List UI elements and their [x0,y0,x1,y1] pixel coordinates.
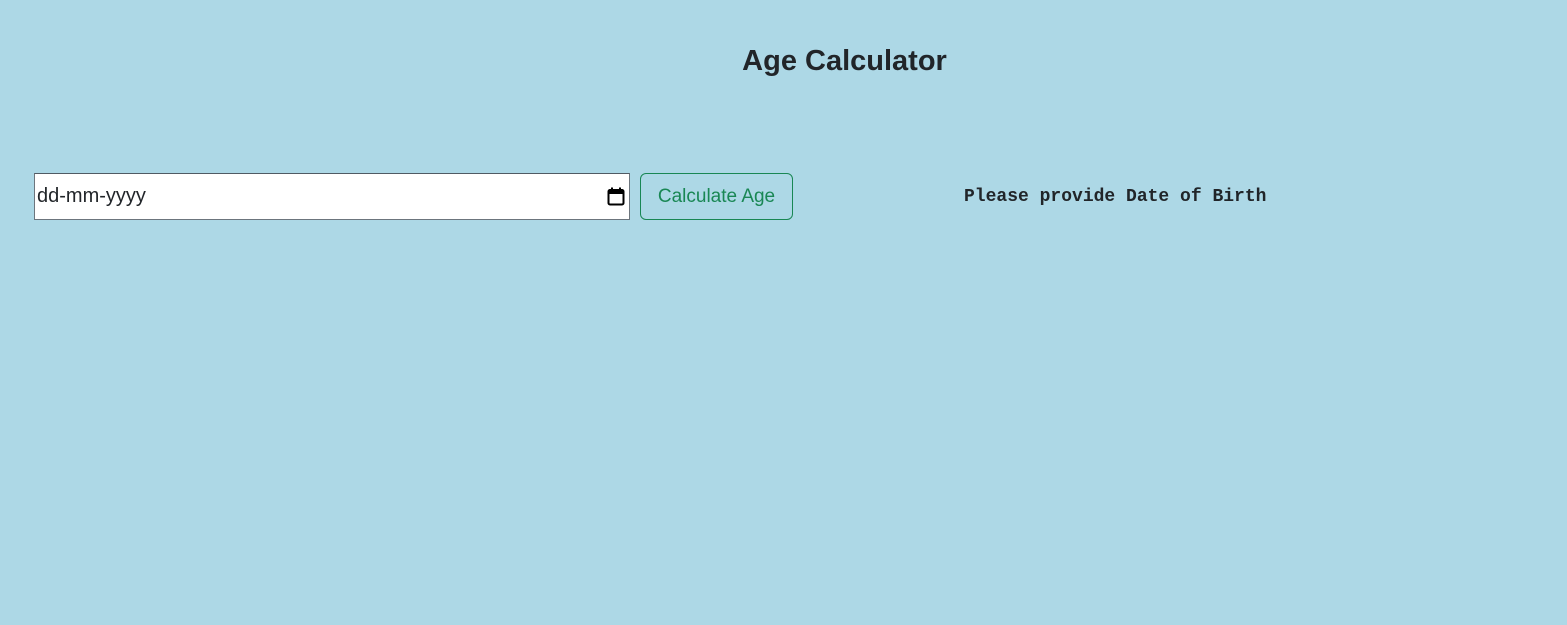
age-form: dd-mm-yyyy Calculate Age [34,173,793,220]
calculate-age-button[interactable]: Calculate Age [640,173,793,220]
page-title: Age Calculator [742,45,947,77]
date-of-birth-input[interactable]: dd-mm-yyyy [34,173,630,220]
calendar-icon[interactable] [607,187,625,206]
date-input-placeholder: dd-mm-yyyy [37,185,146,207]
result-message: Please provide Date of Birth [964,187,1267,207]
